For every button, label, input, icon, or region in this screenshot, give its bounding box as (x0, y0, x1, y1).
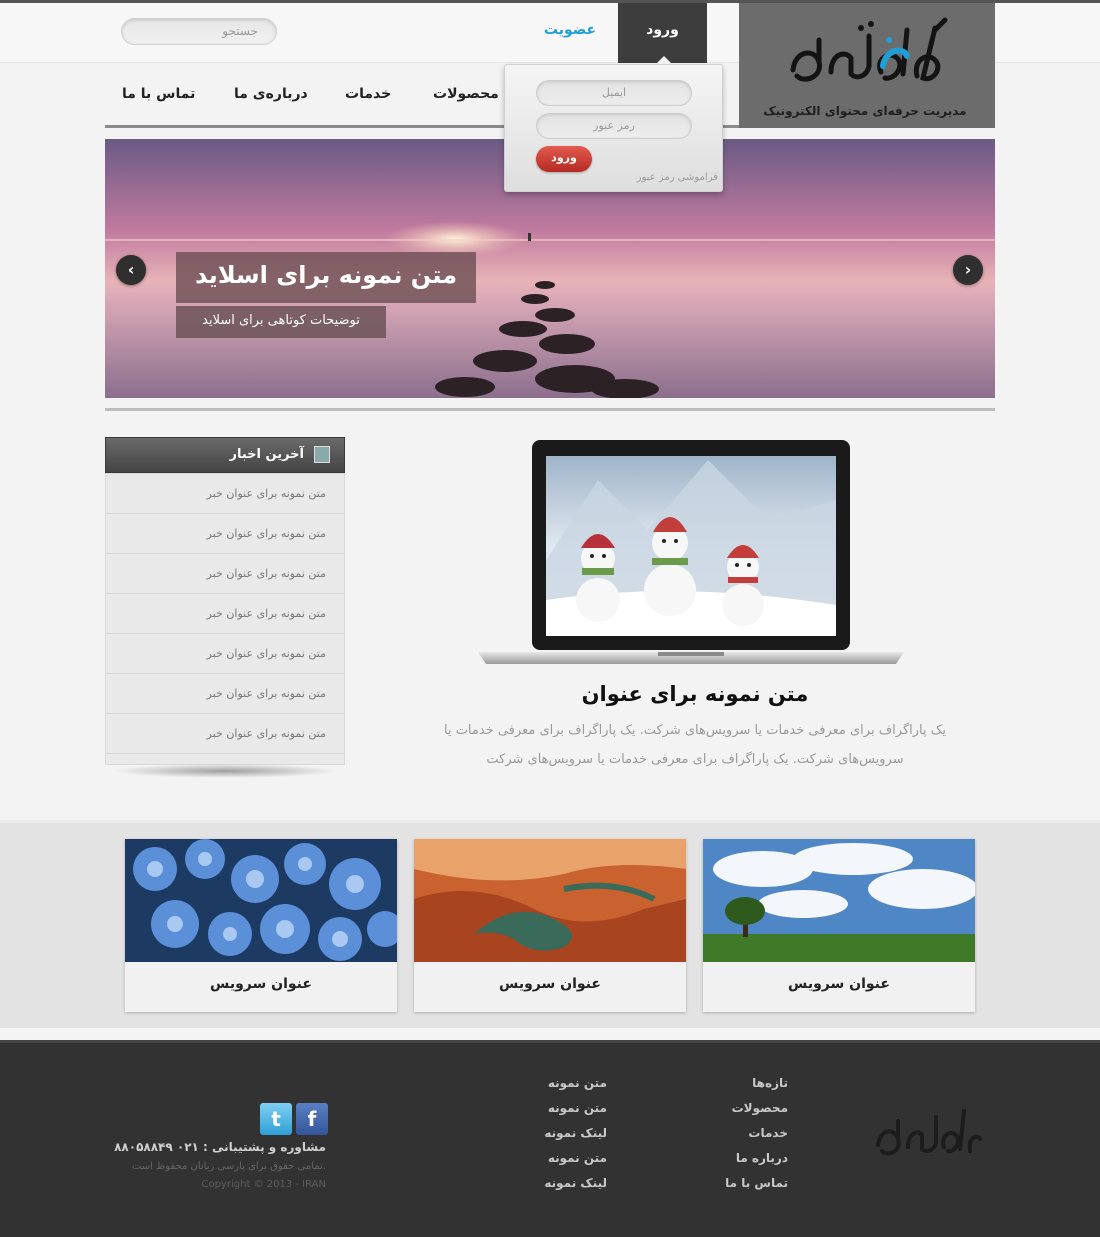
service-image-flowers (125, 839, 397, 962)
footer-link-about[interactable]: درباره ما (668, 1151, 788, 1165)
facebook-icon[interactable]: f (296, 1103, 328, 1135)
news-item[interactable]: متن نمونه برای عنوان خبر (106, 674, 344, 714)
news-item[interactable]: متن نمونه برای عنوان خبر (106, 594, 344, 634)
slide-description: توضیحات کوتاهی برای اسلاید (176, 306, 386, 338)
slide-title: متن نمونه برای اسلاید (176, 252, 476, 303)
monitor-icon (314, 446, 330, 463)
footer-link-sample[interactable]: متن نمونه (487, 1101, 607, 1115)
service-image-tree (703, 839, 975, 962)
news-item[interactable]: متن نمونه برای عنوان خبر (106, 514, 344, 554)
footer-link-news[interactable]: تازه‌ها (668, 1076, 788, 1090)
login-tab[interactable]: ورود (618, 3, 707, 63)
chevron-left-icon[interactable]: ‹ (116, 255, 146, 285)
site-logo[interactable] (785, 10, 955, 105)
footer-link-contact[interactable]: تماس با ما (668, 1176, 788, 1190)
footer-gap (0, 1028, 1100, 1040)
service-title: عنوان سرویس (499, 976, 601, 992)
footer-link-sample[interactable]: لینک نمونه (487, 1176, 607, 1190)
news-item[interactable]: متن نمونه برای عنوان خبر (106, 554, 344, 594)
news-list: متن نمونه برای عنوان خبر متن نمونه برای … (105, 473, 345, 765)
news-shadow (112, 764, 338, 778)
nav-item-services[interactable]: خدمات (345, 86, 391, 102)
rights-text: تمامی حقوق برای پارسی زبانان محفوظ است. (131, 1161, 326, 1172)
news-item[interactable]: متن نمونه برای عنوان خبر (106, 474, 344, 514)
password-field[interactable]: رمز عبور (536, 113, 692, 139)
footer-link-sample[interactable]: لینک نمونه (487, 1126, 607, 1140)
footer-link-sample[interactable]: متن نمونه (487, 1151, 607, 1165)
chevron-right-icon[interactable]: › (953, 255, 983, 285)
signup-link[interactable]: عضویت (530, 22, 610, 38)
logo-tagline: مدیریت حرفه‌ای محتوای الکترونیک (763, 104, 967, 118)
news-item[interactable]: متن نمونه برای عنوان خبر (106, 634, 344, 674)
support-phone: مشاوره و پشتیبانی : ۰۲۱ ۸۸۰۵۸۸۴۹ (114, 1140, 326, 1154)
news-heading: آخرین اخبار (105, 437, 345, 473)
footer-link-services[interactable]: خدمات (668, 1126, 788, 1140)
email-field[interactable]: ایمیل (536, 80, 692, 106)
slider-divider (105, 408, 995, 411)
footer-link-products[interactable]: محصولات (668, 1101, 788, 1115)
news-item[interactable]: متن نمونه برای عنوان خبر (106, 714, 344, 754)
forgot-password-link[interactable]: فراموشی رمز عبور (604, 172, 718, 183)
service-image-canyon (414, 839, 686, 962)
service-title: عنوان سرویس (210, 976, 312, 992)
laptop-image (478, 440, 904, 664)
search-input[interactable]: جستجو (121, 18, 277, 45)
service-card[interactable]: عنوان سرویس (703, 839, 975, 1012)
login-submit-button[interactable]: ورود (536, 146, 592, 172)
service-card[interactable]: عنوان سرویس (414, 839, 686, 1012)
nav-item-products[interactable]: محصولات (433, 86, 499, 102)
nav-item-contact[interactable]: تماس با ما (122, 86, 195, 102)
feature-title: متن نمونه برای عنوان (581, 682, 809, 706)
footer-logo (876, 1109, 982, 1156)
feature-text: یک پاراگراف برای معرفی خدمات یا سرویس‌ها… (443, 723, 947, 767)
footer-link-sample[interactable]: متن نمونه (487, 1076, 607, 1090)
nav-item-about[interactable]: درباره‌ی ما (234, 86, 308, 102)
service-title: عنوان سرویس (788, 976, 890, 992)
copyright-text: Copyright © 2013 - IRAN (201, 1179, 326, 1190)
twitter-icon[interactable]: t (260, 1103, 292, 1135)
service-card[interactable]: عنوان سرویس (125, 839, 397, 1012)
